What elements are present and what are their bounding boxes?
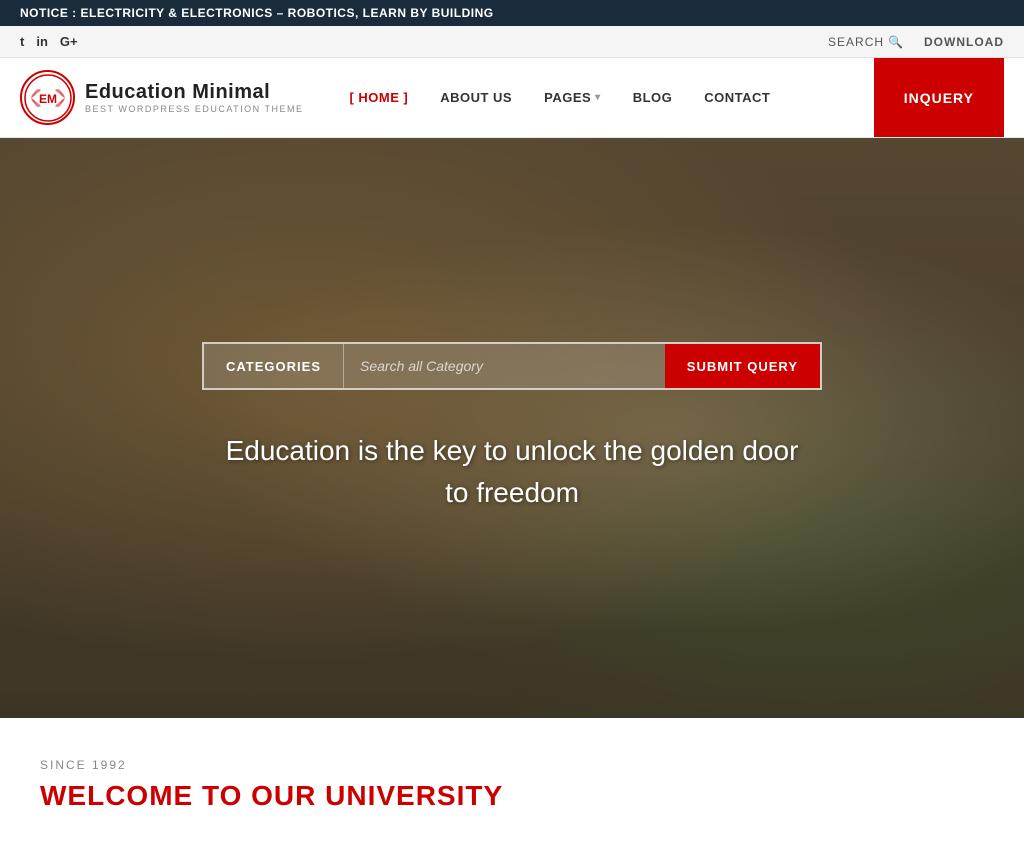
logo-emblem: EM (20, 70, 75, 125)
google-plus-icon[interactable]: G+ (60, 34, 78, 49)
search-bar: CATEGORIES SUBMIT QUERY (202, 342, 822, 390)
notice-text: ELECTRICITY & ELECTRONICS – ROBOTICS, LE… (81, 6, 494, 20)
notice-prefix: NOTICE : (20, 6, 77, 20)
logo-title: Education Minimal (85, 81, 304, 104)
top-bar: t in G+ SEARCH 🔍 DOWNLOAD (0, 26, 1024, 58)
since-label: SINCE 1992 (40, 758, 984, 772)
search-icon: 🔍 (888, 35, 904, 49)
twitter-icon[interactable]: t (20, 34, 24, 49)
bracket-close: ] (403, 90, 408, 105)
nav-links: [ HOME ] ABOUT US PAGES ▾ BLOG CONTACT (334, 62, 874, 133)
logo-subtitle: BEST WORDPRESS EDUCATION THEME (85, 104, 304, 114)
svg-text:EM: EM (39, 92, 57, 106)
hero-content: CATEGORIES SUBMIT QUERY Education is the… (0, 138, 1024, 718)
inquiry-button[interactable]: INQUERY (874, 58, 1004, 137)
nav-label-pages: PAGES (544, 90, 591, 105)
hero-tagline: Education is the key to unlock the golde… (212, 430, 812, 514)
nav-item-home[interactable]: [ HOME ] (334, 62, 425, 133)
nav-label-blog: BLOG (633, 90, 673, 105)
categories-button[interactable]: CATEGORIES (204, 344, 344, 388)
nav-item-pages[interactable]: PAGES ▾ (528, 62, 617, 133)
download-link[interactable]: DOWNLOAD (924, 35, 1004, 49)
search-label: SEARCH (828, 35, 884, 49)
search-link[interactable]: SEARCH 🔍 (828, 35, 904, 49)
below-hero: SINCE 1992 WELCOME TO OUR UNIVERSITY (0, 718, 1024, 832)
welcome-heading: WELCOME TO OUR UNIVERSITY (40, 780, 984, 812)
logo-text: Education Minimal BEST WORDPRESS EDUCATI… (85, 81, 304, 114)
top-bar-right: SEARCH 🔍 DOWNLOAD (828, 35, 1004, 49)
hero-section: CATEGORIES SUBMIT QUERY Education is the… (0, 138, 1024, 718)
chevron-down-icon: ▾ (595, 92, 601, 103)
linkedin-icon[interactable]: in (36, 34, 48, 49)
main-nav: EM Education Minimal BEST WORDPRESS EDUC… (0, 58, 1024, 138)
nav-label-home: HOME (358, 90, 399, 105)
bracket-open: [ (350, 90, 355, 105)
search-input[interactable] (344, 344, 665, 388)
nav-item-about[interactable]: ABOUT US (424, 62, 528, 133)
logo-area: EM Education Minimal BEST WORDPRESS EDUC… (20, 70, 304, 125)
notice-bar: NOTICE : ELECTRICITY & ELECTRONICS – ROB… (0, 0, 1024, 26)
social-icons: t in G+ (20, 34, 78, 49)
nav-item-contact[interactable]: CONTACT (688, 62, 786, 133)
nav-label-contact: CONTACT (704, 90, 770, 105)
nav-label-about: ABOUT US (440, 90, 512, 105)
nav-item-blog[interactable]: BLOG (617, 62, 689, 133)
submit-query-button[interactable]: SUBMIT QUERY (665, 344, 820, 388)
